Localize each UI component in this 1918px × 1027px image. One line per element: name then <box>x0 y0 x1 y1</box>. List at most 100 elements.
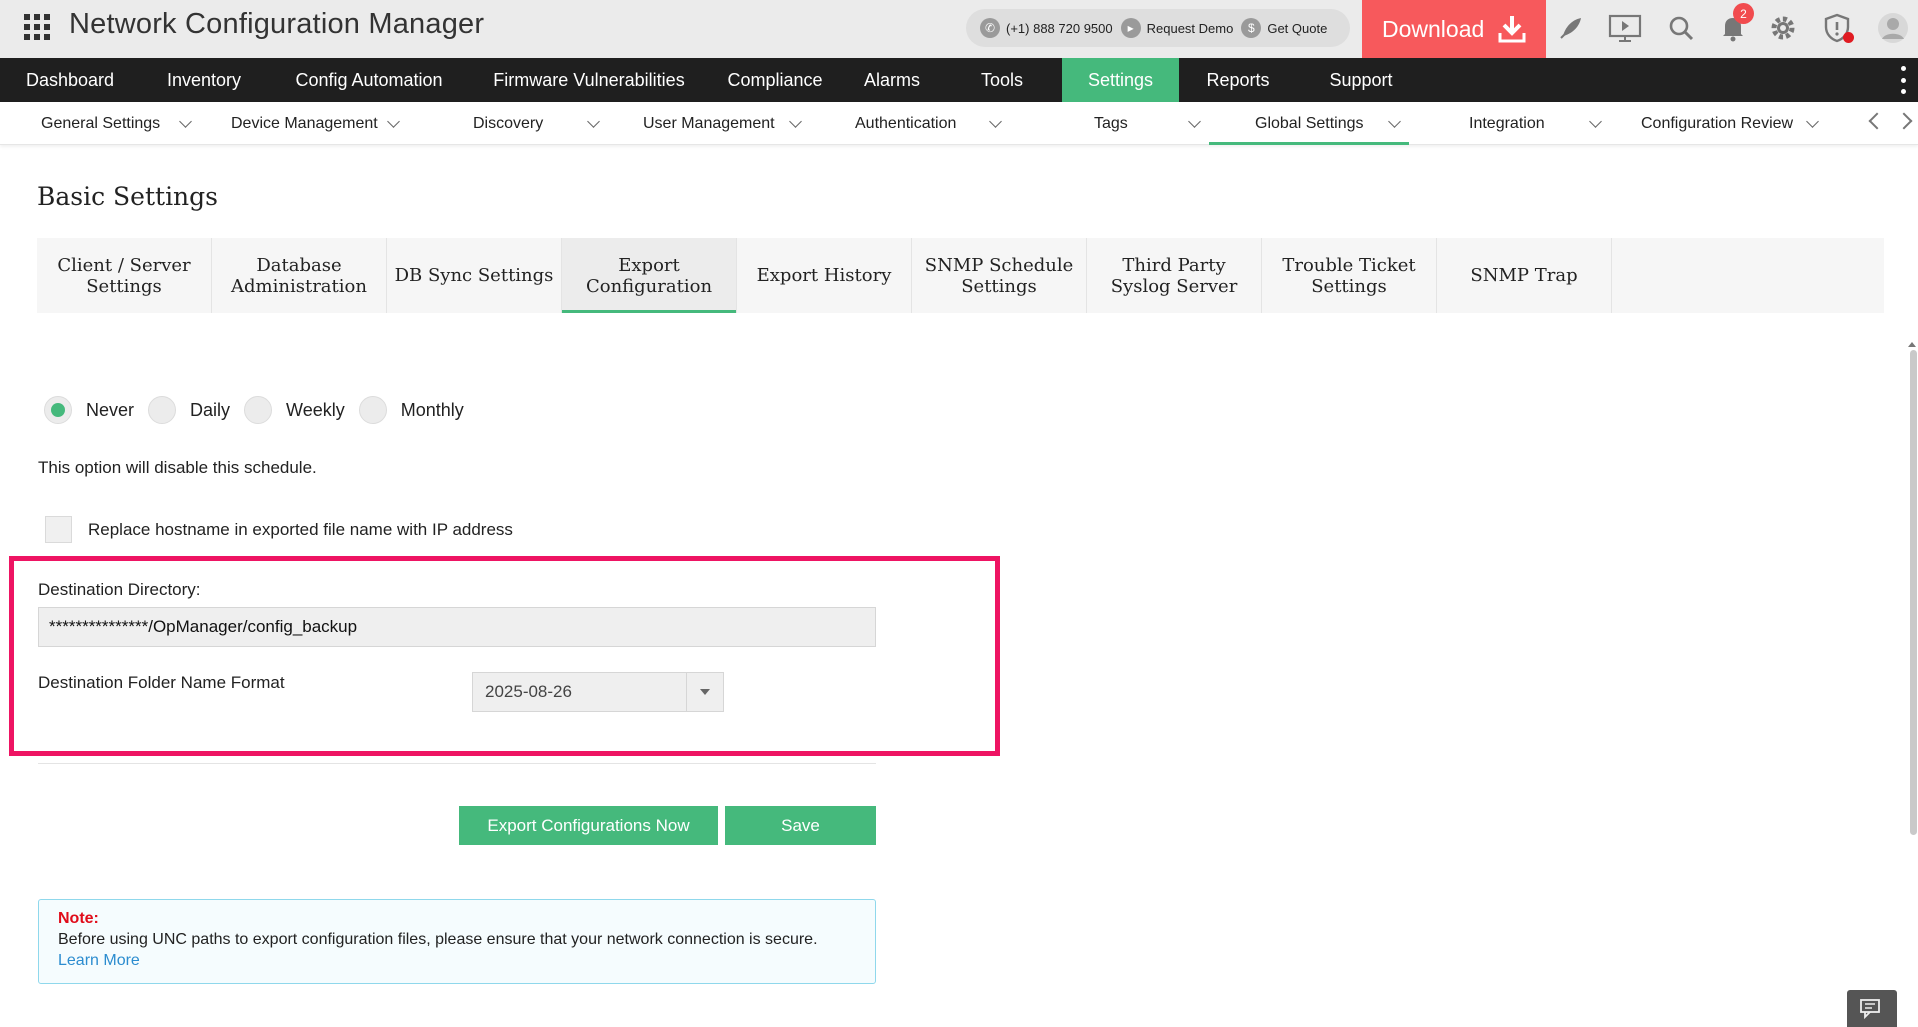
learn-more-link[interactable]: Learn More <box>58 952 140 969</box>
tab-snmp-schedule-settings[interactable]: SNMP Schedule Settings <box>912 238 1087 313</box>
subnav-discovery[interactable]: Discovery <box>473 102 601 145</box>
chevron-down-icon <box>1388 115 1401 128</box>
radio-label: Weekly <box>286 399 345 420</box>
chevron-down-icon <box>1589 115 1602 128</box>
folder-format-value: 2025-08-26 <box>485 682 572 701</box>
chevron-down-icon <box>179 115 192 128</box>
tab-export-history[interactable]: Export History <box>737 238 912 313</box>
folder-format-select[interactable]: 2025-08-26 <box>472 672 724 712</box>
subnav-label: Authentication <box>855 114 957 132</box>
nav-tools[interactable]: Tools <box>942 58 1062 102</box>
scrollbar-thumb[interactable] <box>1910 350 1917 835</box>
subnav-general-settings[interactable]: General Settings <box>41 102 193 145</box>
radio-button[interactable] <box>244 396 273 424</box>
request-demo-link[interactable]: ▸ Request Demo <box>1120 18 1234 38</box>
user-avatar-icon[interactable] <box>1876 11 1910 45</box>
alert-dot <box>1843 32 1854 43</box>
nav-alarms[interactable]: Alarms <box>842 58 942 102</box>
subnav-label: Device Management <box>231 114 378 132</box>
rocket-icon[interactable] <box>1554 11 1588 45</box>
radio-label: Monthly <box>400 399 464 420</box>
gear-icon[interactable] <box>1766 11 1800 45</box>
subnav-configuration-review[interactable]: Configuration Review <box>1641 102 1821 145</box>
tab-client-server-settings[interactable]: Client / Server Settings <box>37 238 212 313</box>
replace-hostname-row: Replace hostname in exported file name w… <box>45 516 513 543</box>
note-title: Note: <box>58 910 99 927</box>
radio-label: Never <box>86 399 135 420</box>
subnav-label: General Settings <box>41 114 161 132</box>
app-title: Network Configuration Manager <box>69 8 485 40</box>
notifications-bell-icon[interactable]: 2 <box>1716 3 1754 45</box>
download-button[interactable]: Download <box>1362 0 1546 58</box>
caret-down-icon <box>700 689 710 695</box>
chevron-down-icon <box>989 115 1002 128</box>
nav-reports[interactable]: Reports <box>1179 58 1297 102</box>
subnav-label: Integration <box>1469 114 1545 132</box>
destination-directory-label: Destination Directory: <box>38 580 201 599</box>
app-grid-icon[interactable] <box>24 14 50 40</box>
nav-firmware-vulnerabilities[interactable]: Firmware Vulnerabilities <box>470 58 708 102</box>
presentation-icon[interactable] <box>1608 11 1642 45</box>
subnav-user-management[interactable]: User Management <box>643 102 803 145</box>
dollar-icon: $ <box>1241 18 1262 38</box>
radio-button[interactable] <box>148 396 177 424</box>
scroll-right-icon[interactable] <box>1895 112 1913 130</box>
subnav-authentication[interactable]: Authentication <box>855 102 1003 145</box>
request-demo-label: Request Demo <box>1146 20 1234 36</box>
chevron-down-icon <box>387 115 400 128</box>
search-icon[interactable] <box>1664 11 1698 45</box>
main-nav: Dashboard Inventory Config Automation Fi… <box>0 58 1918 102</box>
nav-inventory[interactable]: Inventory <box>140 58 268 102</box>
note-text: Before using UNC paths to export configu… <box>58 931 818 948</box>
more-menu-icon[interactable] <box>1898 66 1908 94</box>
export-configurations-now-button[interactable]: Export Configurations Now <box>459 806 718 845</box>
replace-hostname-label: Replace hostname in exported file name w… <box>88 519 513 539</box>
subnav-device-management[interactable]: Device Management <box>231 102 401 145</box>
settings-tabs: Client / Server Settings Database Admini… <box>37 238 1884 313</box>
get-quote-link[interactable]: $ Get Quote <box>1241 18 1327 38</box>
replace-hostname-checkbox[interactable] <box>45 516 72 543</box>
schedule-note: This option will disable this schedule. <box>38 458 317 477</box>
demo-icon: ▸ <box>1120 18 1141 38</box>
tab-db-sync-settings[interactable]: DB Sync Settings <box>387 238 562 313</box>
nav-dashboard[interactable]: Dashboard <box>0 58 140 102</box>
chevron-down-icon <box>789 115 802 128</box>
tab-third-party-syslog-server[interactable]: Third Party Syslog Server <box>1087 238 1262 313</box>
chat-icon[interactable] <box>1847 990 1897 1027</box>
security-shield-icon[interactable] <box>1820 11 1854 45</box>
phone-link[interactable]: ✆ (+1) 888 720 9500 <box>980 18 1113 38</box>
subnav-label: Configuration Review <box>1641 114 1794 132</box>
nav-settings[interactable]: Settings <box>1062 58 1179 102</box>
scroll-up-icon[interactable] <box>1908 342 1916 347</box>
subnav-label: Global Settings <box>1255 114 1364 132</box>
radio-label: Daily <box>190 399 231 420</box>
radio-monthly[interactable]: Monthly <box>358 396 472 424</box>
radio-weekly[interactable]: Weekly <box>244 396 353 424</box>
subnav-tags[interactable]: Tags <box>1094 102 1204 145</box>
folder-format-label: Destination Folder Name Format <box>38 673 285 692</box>
subnav-integration[interactable]: Integration <box>1469 102 1607 145</box>
radio-button[interactable] <box>358 396 387 424</box>
sub-nav: General Settings Device Management Disco… <box>0 102 1918 145</box>
radio-button[interactable] <box>44 396 72 424</box>
nav-compliance[interactable]: Compliance <box>708 58 842 102</box>
download-icon <box>1496 13 1528 45</box>
nav-support[interactable]: Support <box>1297 58 1425 102</box>
dropdown-toggle[interactable] <box>686 673 723 711</box>
subnav-global-settings[interactable]: Global Settings <box>1209 102 1409 145</box>
chevron-down-icon <box>1806 115 1819 128</box>
nav-config-automation[interactable]: Config Automation <box>268 58 470 102</box>
scroll-left-icon[interactable] <box>1868 112 1886 130</box>
tab-database-administration[interactable]: Database Administration <box>212 238 387 313</box>
destination-directory-input[interactable] <box>38 607 876 647</box>
save-button[interactable]: Save <box>725 806 876 845</box>
radio-never[interactable]: Never <box>44 396 142 424</box>
tab-trouble-ticket-settings[interactable]: Trouble Ticket Settings <box>1262 238 1437 313</box>
tab-snmp-trap[interactable]: SNMP Trap <box>1437 238 1612 313</box>
radio-daily[interactable]: Daily <box>148 396 238 424</box>
phone-icon: ✆ <box>980 18 1000 38</box>
scrollbar[interactable] <box>1908 342 1918 835</box>
chevron-down-icon <box>587 115 600 128</box>
phone-number: (+1) 888 720 9500 <box>1006 20 1113 36</box>
tab-export-configuration[interactable]: Export Configuration <box>562 238 737 313</box>
